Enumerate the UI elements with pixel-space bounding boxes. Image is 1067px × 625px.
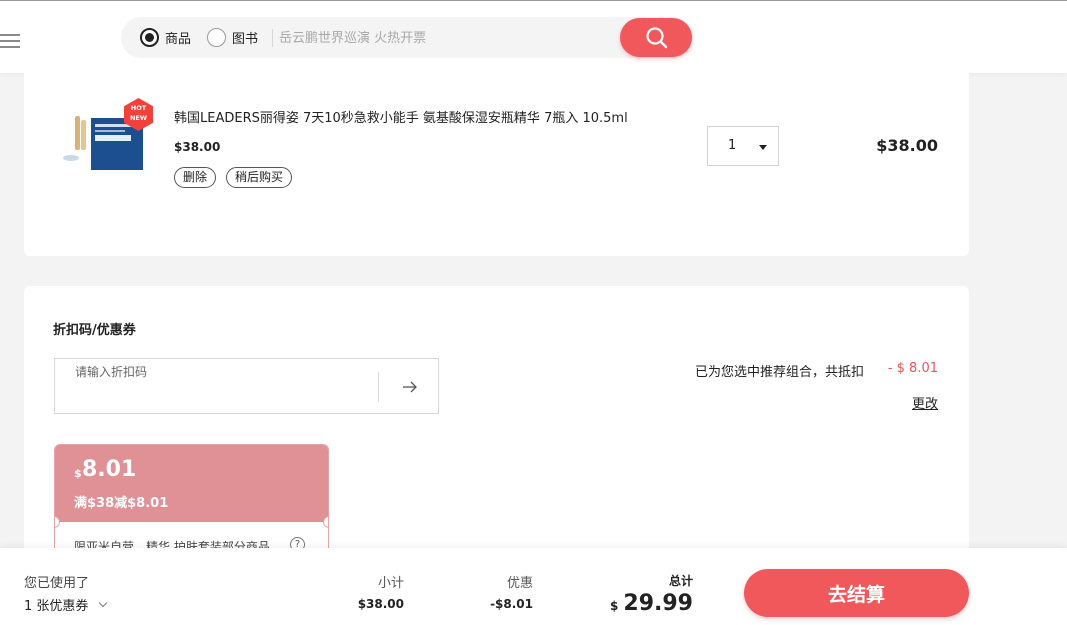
- used-coupon-count: 1 张优惠券: [24, 599, 89, 614]
- discount-code-box: [54, 358, 439, 414]
- coupon-currency: $: [74, 467, 82, 480]
- recommend-discount: - $ 8.01: [887, 361, 938, 376]
- search-bar: 商品 图书: [121, 17, 693, 58]
- radio-books-label: 图书: [232, 31, 259, 47]
- total-amount: 29.99: [623, 591, 693, 616]
- change-link[interactable]: 更改: [912, 393, 938, 412]
- coupon-condition: 满$38减$8.01: [74, 496, 169, 511]
- subtotal-label: 小计: [377, 576, 404, 591]
- discount-value: -$8.01: [490, 597, 533, 611]
- radio-goods[interactable]: 商品: [140, 27, 191, 47]
- quantity-select[interactable]: 1: [707, 126, 779, 166]
- product-price: $38.00: [174, 140, 221, 154]
- used-coupon-toggle[interactable]: 1 张优惠券: [24, 595, 108, 614]
- total-value: $ 29.99: [610, 591, 693, 616]
- delete-button[interactable]: 删除: [174, 167, 217, 188]
- subtotal: 小计 $38.00: [358, 572, 404, 611]
- coupon-notch-right: [323, 516, 328, 528]
- radio-books[interactable]: 图书: [207, 27, 258, 47]
- search-icon: [646, 27, 668, 49]
- top-header: 商品 图书: [0, 0, 1067, 73]
- total: 总计 $ 29.99: [610, 572, 693, 616]
- buy-later-button[interactable]: 稍后购买: [226, 167, 293, 188]
- search-button[interactable]: [620, 18, 692, 57]
- code-divider: [378, 372, 379, 402]
- caret-down-icon: [759, 145, 767, 150]
- discount-label: 优惠: [506, 576, 533, 591]
- search-input[interactable]: [279, 27, 609, 49]
- checkout-button[interactable]: 去结算: [744, 569, 969, 617]
- summary-bar: 您已使用了 1 张优惠券 小计 $38.00 优惠 -$8.01 总计 $ 29…: [0, 548, 1067, 625]
- arrow-right-icon: [403, 381, 417, 393]
- chevron-down-icon: [99, 598, 108, 607]
- quantity-value: 1: [728, 138, 737, 153]
- subtotal-value: $38.00: [357, 597, 404, 611]
- used-coupon-label: 您已使用了: [24, 576, 90, 591]
- search-divider: [272, 29, 273, 47]
- radio-checked-icon: [140, 27, 159, 47]
- coupon-section: 折扣码/优惠券 已为您选中推荐组合，共抵扣 - $ 8.01 更改 $ 8.01…: [24, 286, 969, 576]
- coupon-header: $ 8.01 满$38减$8.01: [55, 445, 328, 522]
- discount: 优惠 -$8.01: [490, 572, 533, 611]
- recommend-text: 已为您选中推荐组合，共抵扣: [695, 365, 865, 380]
- menu-icon[interactable]: [0, 34, 20, 48]
- apply-code-button[interactable]: [389, 372, 429, 402]
- total-label: 总计: [668, 574, 693, 588]
- discount-code-input[interactable]: [75, 363, 375, 381]
- product-title[interactable]: 韩国LEADERS丽得姿 7天10秒急救小能手 氨基酸保湿安瓶精华 7瓶入 10…: [174, 107, 628, 126]
- radio-goods-label: 商品: [165, 31, 192, 47]
- cart-item-card: HOT NEW 韩国LEADERS丽得姿 7天10秒急救小能手 氨基酸保湿安瓶精…: [24, 72, 969, 256]
- radio-unchecked-icon: [207, 27, 226, 47]
- coupon-section-title: 折扣码/优惠券: [53, 323, 136, 338]
- total-currency: $: [609, 599, 619, 613]
- coupon-amount: 8.01: [82, 457, 137, 482]
- line-total: $38.00: [876, 136, 938, 155]
